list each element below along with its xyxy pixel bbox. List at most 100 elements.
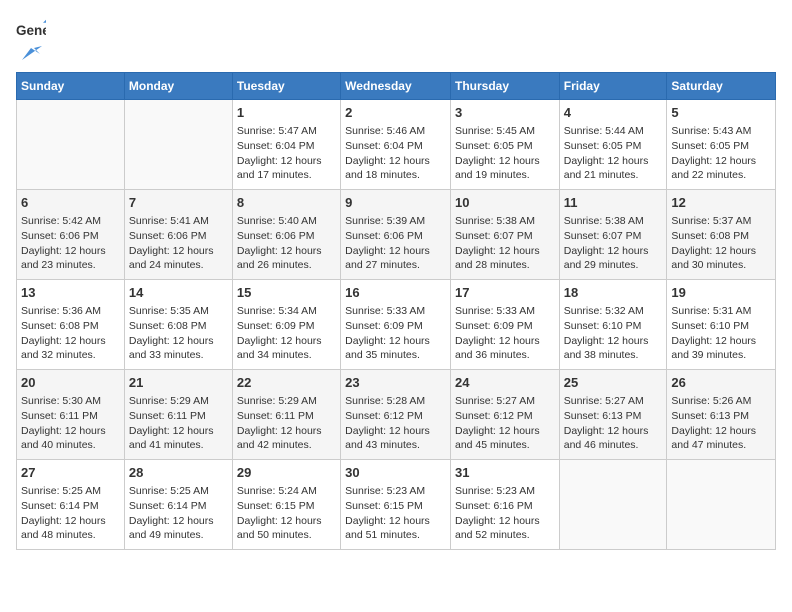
day-info: Sunrise: 5:29 AMSunset: 6:11 PMDaylight:…: [129, 394, 228, 453]
day-number: 25: [564, 374, 663, 392]
day-info: Sunrise: 5:28 AMSunset: 6:12 PMDaylight:…: [345, 394, 446, 453]
day-info: Sunrise: 5:23 AMSunset: 6:15 PMDaylight:…: [345, 484, 446, 543]
day-number: 8: [237, 194, 336, 212]
day-number: 24: [455, 374, 555, 392]
calendar-week-row: 1 Sunrise: 5:47 AMSunset: 6:04 PMDaylight…: [17, 100, 776, 190]
calendar-cell: 12 Sunrise: 5:37 AMSunset: 6:08 PMDayligh…: [667, 190, 776, 280]
calendar-cell: 23 Sunrise: 5:28 AMSunset: 6:12 PMDayligh…: [341, 370, 451, 460]
day-info: Sunrise: 5:47 AMSunset: 6:04 PMDaylight:…: [237, 124, 336, 183]
calendar-cell: 30 Sunrise: 5:23 AMSunset: 6:15 PMDayligh…: [341, 460, 451, 550]
calendar-cell: 11 Sunrise: 5:38 AMSunset: 6:07 PMDayligh…: [559, 190, 667, 280]
header-day-monday: Monday: [124, 73, 232, 100]
day-info: Sunrise: 5:37 AMSunset: 6:08 PMDaylight:…: [671, 214, 771, 273]
day-info: Sunrise: 5:44 AMSunset: 6:05 PMDaylight:…: [564, 124, 663, 183]
calendar-cell: 27Sunrise: 5:25 AMSunset: 6:14 PMDayligh…: [17, 460, 125, 550]
day-info: Sunrise: 5:36 AMSunset: 6:08 PMDaylight:…: [21, 304, 120, 363]
day-number: 26: [671, 374, 771, 392]
header-day-wednesday: Wednesday: [341, 73, 451, 100]
day-info: Sunrise: 5:35 AMSunset: 6:08 PMDaylight:…: [129, 304, 228, 363]
header-day-thursday: Thursday: [450, 73, 559, 100]
day-number: 31: [455, 464, 555, 482]
day-info: Sunrise: 5:46 AMSunset: 6:04 PMDaylight:…: [345, 124, 446, 183]
day-info: Sunrise: 5:32 AMSunset: 6:10 PMDaylight:…: [564, 304, 663, 363]
calendar-cell: 22 Sunrise: 5:29 AMSunset: 6:11 PMDayligh…: [232, 370, 340, 460]
calendar-cell: [667, 460, 776, 550]
calendar-week-row: 27Sunrise: 5:25 AMSunset: 6:14 PMDayligh…: [17, 460, 776, 550]
logo-icon: General: [16, 16, 46, 46]
day-number: 7: [129, 194, 228, 212]
day-info: Sunrise: 5:30 AMSunset: 6:11 PMDaylight:…: [21, 394, 120, 453]
day-info: Sunrise: 5:34 AMSunset: 6:09 PMDaylight:…: [237, 304, 336, 363]
day-number: 10: [455, 194, 555, 212]
calendar-cell: 3 Sunrise: 5:45 AMSunset: 6:05 PMDaylight…: [450, 100, 559, 190]
day-info: Sunrise: 5:27 AMSunset: 6:13 PMDaylight:…: [564, 394, 663, 453]
day-info: Sunrise: 5:40 AMSunset: 6:06 PMDaylight:…: [237, 214, 336, 273]
day-info: Sunrise: 5:45 AMSunset: 6:05 PMDaylight:…: [455, 124, 555, 183]
calendar-cell: 5Sunrise: 5:43 AMSunset: 6:05 PMDaylight…: [667, 100, 776, 190]
calendar-header-row: SundayMondayTuesdayWednesdayThursdayFrid…: [17, 73, 776, 100]
day-number: 14: [129, 284, 228, 302]
calendar-cell: 31 Sunrise: 5:23 AMSunset: 6:16 PMDayligh…: [450, 460, 559, 550]
day-number: 2: [345, 104, 446, 122]
day-info: Sunrise: 5:27 AMSunset: 6:12 PMDaylight:…: [455, 394, 555, 453]
day-info: Sunrise: 5:23 AMSunset: 6:16 PMDaylight:…: [455, 484, 555, 543]
day-number: 3: [455, 104, 555, 122]
day-number: 27: [21, 464, 120, 482]
logo: General: [16, 16, 46, 64]
calendar-cell: [17, 100, 125, 190]
calendar-week-row: 13Sunrise: 5:36 AMSunset: 6:08 PMDayligh…: [17, 280, 776, 370]
calendar-cell: 2 Sunrise: 5:46 AMSunset: 6:04 PMDaylight…: [341, 100, 451, 190]
header: General: [16, 16, 776, 64]
calendar-cell: 19Sunrise: 5:31 AMSunset: 6:10 PMDayligh…: [667, 280, 776, 370]
calendar-cell: 24 Sunrise: 5:27 AMSunset: 6:12 PMDayligh…: [450, 370, 559, 460]
day-number: 15: [237, 284, 336, 302]
calendar-cell: 14 Sunrise: 5:35 AMSunset: 6:08 PMDayligh…: [124, 280, 232, 370]
header-day-tuesday: Tuesday: [232, 73, 340, 100]
calendar-cell: 7 Sunrise: 5:41 AMSunset: 6:06 PMDaylight…: [124, 190, 232, 280]
day-number: 6: [21, 194, 120, 212]
day-number: 28: [129, 464, 228, 482]
header-day-friday: Friday: [559, 73, 667, 100]
day-info: Sunrise: 5:39 AMSunset: 6:06 PMDaylight:…: [345, 214, 446, 273]
day-info: Sunrise: 5:41 AMSunset: 6:06 PMDaylight:…: [129, 214, 228, 273]
day-number: 5: [671, 104, 771, 122]
calendar-cell: 28Sunrise: 5:25 AMSunset: 6:14 PMDayligh…: [124, 460, 232, 550]
day-info: Sunrise: 5:31 AMSunset: 6:10 PMDaylight:…: [671, 304, 771, 363]
day-info: Sunrise: 5:33 AMSunset: 6:09 PMDaylight:…: [345, 304, 446, 363]
calendar-cell: 9 Sunrise: 5:39 AMSunset: 6:06 PMDaylight…: [341, 190, 451, 280]
day-number: 21: [129, 374, 228, 392]
day-info: Sunrise: 5:29 AMSunset: 6:11 PMDaylight:…: [237, 394, 336, 453]
day-number: 12: [671, 194, 771, 212]
day-number: 11: [564, 194, 663, 212]
calendar-cell: 20 Sunrise: 5:30 AMSunset: 6:11 PMDayligh…: [17, 370, 125, 460]
day-number: 22: [237, 374, 336, 392]
day-number: 20: [21, 374, 120, 392]
calendar-cell: 25 Sunrise: 5:27 AMSunset: 6:13 PMDayligh…: [559, 370, 667, 460]
calendar-week-row: 6 Sunrise: 5:42 AMSunset: 6:06 PMDaylight…: [17, 190, 776, 280]
calendar-cell: 10Sunrise: 5:38 AMSunset: 6:07 PMDayligh…: [450, 190, 559, 280]
svg-text:General: General: [16, 23, 46, 38]
day-number: 9: [345, 194, 446, 212]
calendar-cell: 15 Sunrise: 5:34 AMSunset: 6:09 PMDayligh…: [232, 280, 340, 370]
calendar-cell: 16 Sunrise: 5:33 AMSunset: 6:09 PMDayligh…: [341, 280, 451, 370]
day-info: Sunrise: 5:38 AMSunset: 6:07 PMDaylight:…: [564, 214, 663, 273]
day-number: 16: [345, 284, 446, 302]
calendar-cell: 26 Sunrise: 5:26 AMSunset: 6:13 PMDayligh…: [667, 370, 776, 460]
day-number: 29: [237, 464, 336, 482]
day-number: 23: [345, 374, 446, 392]
calendar-week-row: 20 Sunrise: 5:30 AMSunset: 6:11 PMDayligh…: [17, 370, 776, 460]
day-info: Sunrise: 5:26 AMSunset: 6:13 PMDaylight:…: [671, 394, 771, 453]
day-number: 18: [564, 284, 663, 302]
day-number: 4: [564, 104, 663, 122]
header-day-sunday: Sunday: [17, 73, 125, 100]
day-number: 17: [455, 284, 555, 302]
calendar-cell: 17Sunrise: 5:33 AMSunset: 6:09 PMDayligh…: [450, 280, 559, 370]
day-number: 1: [237, 104, 336, 122]
day-number: 30: [345, 464, 446, 482]
calendar-cell: 29Sunrise: 5:24 AMSunset: 6:15 PMDayligh…: [232, 460, 340, 550]
calendar-cell: 21 Sunrise: 5:29 AMSunset: 6:11 PMDayligh…: [124, 370, 232, 460]
logo-bird-icon: [20, 46, 42, 64]
calendar-table: SundayMondayTuesdayWednesdayThursdayFrid…: [16, 72, 776, 550]
calendar-cell: [124, 100, 232, 190]
day-info: Sunrise: 5:42 AMSunset: 6:06 PMDaylight:…: [21, 214, 120, 273]
